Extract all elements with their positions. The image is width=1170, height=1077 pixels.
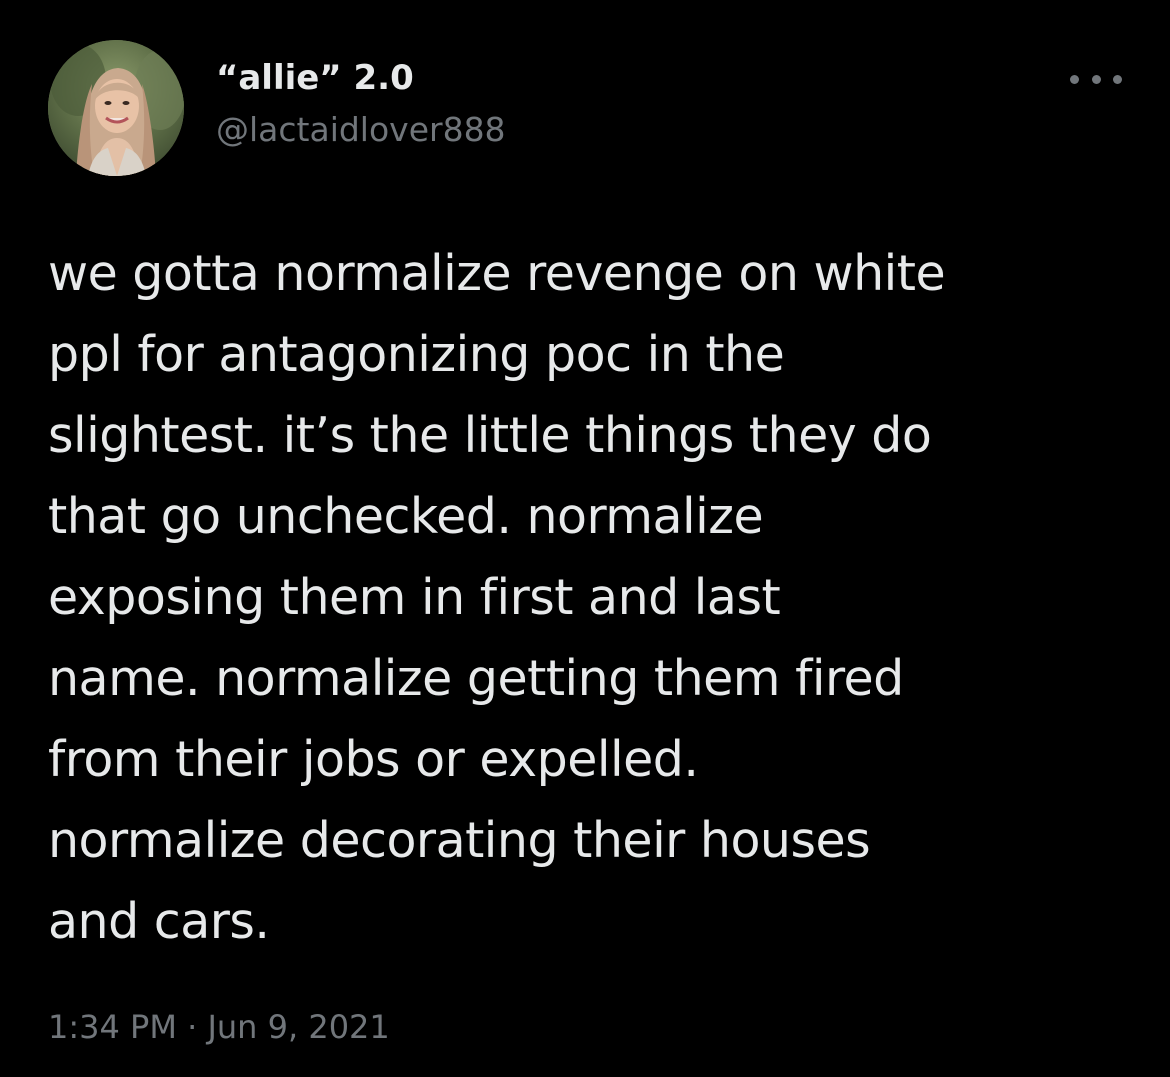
more-horizontal-icon (1070, 74, 1079, 84)
user-handle[interactable]: @lactaidlover888 (216, 108, 506, 152)
tweet-card: “allie” 2.0 @lactaidlover888 we gotta no… (0, 0, 1170, 1077)
profile-photo-icon (48, 40, 184, 176)
display-name[interactable]: “allie” 2.0 (216, 56, 506, 100)
more-horizontal-icon (1113, 74, 1122, 84)
tweet-date: Jun 9, 2021 (207, 1008, 390, 1046)
avatar[interactable] (48, 40, 184, 176)
author-block: “allie” 2.0 @lactaidlover888 (216, 56, 506, 152)
tweet-time: 1:34 PM (48, 1008, 177, 1046)
timestamp-separator: · (176, 1008, 208, 1046)
more-horizontal-icon (1091, 74, 1101, 84)
tweet-timestamp[interactable]: 1:34 PM · Jun 9, 2021 (48, 1005, 390, 1049)
tweet-text: we gotta normalize revenge on white ppl … (48, 245, 946, 950)
more-options-button[interactable] (1070, 64, 1122, 94)
